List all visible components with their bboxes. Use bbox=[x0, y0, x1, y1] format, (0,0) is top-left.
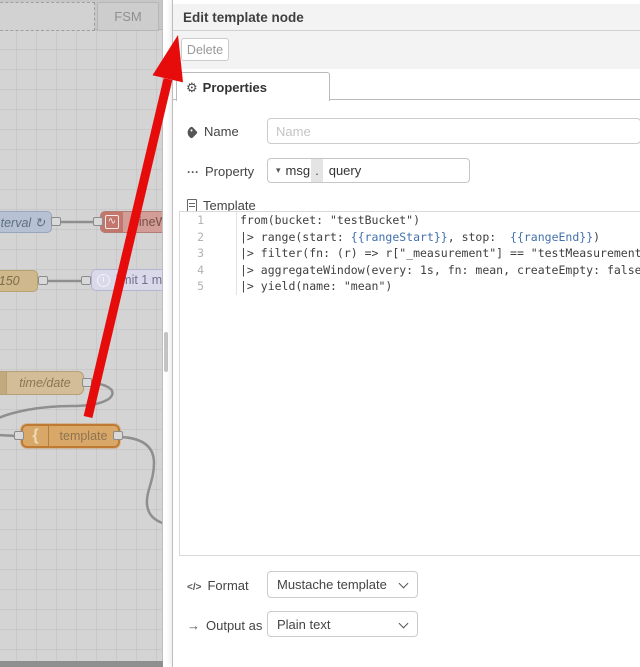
node-time-date-label: time/date bbox=[19, 376, 71, 390]
wire-layer bbox=[0, 220, 162, 525]
port-template-in[interactable] bbox=[14, 431, 24, 440]
wire-template-out bbox=[119, 435, 162, 525]
line-number: 3 bbox=[197, 246, 204, 261]
flow-workspace: interval ↻ ∿ sineW s-150 limit 1 ms f ti… bbox=[0, 0, 163, 667]
property-label: ··· Property bbox=[187, 164, 255, 179]
output-as-select-value: Plain text bbox=[277, 617, 331, 632]
property-type-separator: . bbox=[311, 159, 323, 182]
template-editor-lines: 1 from(bucket: "testBucket") 2 |> range(sta… bbox=[180, 212, 640, 295]
chevron-down-icon bbox=[398, 578, 409, 589]
port-s150-out[interactable] bbox=[38, 276, 48, 285]
flow-tab-fsm[interactable]: FSM bbox=[97, 2, 159, 31]
node-limit[interactable]: limit 1 ms bbox=[91, 269, 163, 291]
node-limit-label: limit 1 ms bbox=[115, 273, 163, 287]
node-time-date[interactable]: f time/date bbox=[0, 371, 84, 395]
port-template-out[interactable] bbox=[113, 431, 123, 440]
clock-icon bbox=[92, 273, 114, 287]
node-sine-wave[interactable]: ∿ sineW bbox=[100, 211, 162, 233]
node-interval-label: interval ↻ bbox=[0, 215, 46, 230]
caret-down-icon[interactable]: ▾ bbox=[268, 165, 286, 176]
line-number: 5 bbox=[197, 279, 204, 294]
template-editor[interactable]: 1 from(bucket: "testBucket") 2 |> range(sta… bbox=[179, 211, 640, 556]
editor-line: 1 from(bucket: "testBucket") bbox=[180, 212, 640, 229]
editor-line: 2 |> range(start: {{rangeStart}}, stop: {… bbox=[180, 228, 640, 246]
gear-icon: ⚙ bbox=[186, 80, 198, 95]
output-as-label: → Output as bbox=[187, 618, 263, 633]
port-timedate-out[interactable] bbox=[82, 378, 92, 387]
edit-tray: Edit template node Delete ⚙ Properties Na… bbox=[172, 0, 640, 667]
tag-icon bbox=[185, 126, 198, 139]
property-typed-input[interactable]: ▾ msg . query bbox=[267, 158, 470, 183]
flow-tab-partial[interactable] bbox=[0, 2, 95, 31]
name-input[interactable] bbox=[267, 118, 640, 144]
chevron-down-icon bbox=[398, 618, 409, 629]
node-sine-wave-label: sineW bbox=[132, 215, 162, 229]
tray-toolbar: Delete bbox=[173, 31, 640, 69]
property-type-prefix[interactable]: msg bbox=[286, 163, 311, 178]
format-select[interactable]: Mustache template bbox=[267, 571, 418, 598]
brace-icon: { bbox=[23, 426, 49, 446]
workspace-vertical-scrollbar[interactable] bbox=[164, 332, 168, 372]
flow-tab-bar: FSM bbox=[0, 0, 162, 31]
property-value[interactable]: query bbox=[329, 163, 362, 178]
line-number: 4 bbox=[197, 262, 204, 277]
line-number: 2 bbox=[197, 229, 204, 244]
code-icon: </> bbox=[187, 582, 202, 593]
port-sine-in[interactable] bbox=[93, 217, 103, 226]
arrow-right-icon: → bbox=[187, 618, 200, 633]
ellipsis-icon: ··· bbox=[187, 165, 199, 179]
editor-line: 4 |> aggregateWindow(every: 1s, fn: mean,… bbox=[180, 261, 640, 279]
format-label: </> Format bbox=[187, 578, 249, 593]
port-interval-out[interactable] bbox=[51, 217, 61, 226]
editor-line: 3 |> filter(fn: (r) => r["_measurement"] … bbox=[180, 245, 640, 262]
format-select-value: Mustache template bbox=[277, 577, 387, 592]
editor-line: 5 |> yield(name: "mean") bbox=[180, 278, 640, 295]
name-label: Name bbox=[185, 124, 239, 139]
tab-properties-label: Properties bbox=[202, 80, 267, 95]
workspace-bottom-bar bbox=[0, 661, 163, 667]
port-limit-in[interactable] bbox=[81, 276, 91, 285]
sine-wave-icon: ∿ bbox=[101, 212, 123, 232]
tray-tab-row: ⚙ Properties bbox=[173, 69, 640, 101]
node-red-app: interval ↻ ∿ sineW s-150 limit 1 ms f ti… bbox=[0, 0, 640, 667]
node-s150-label: s-150 bbox=[0, 274, 20, 288]
node-interval[interactable]: interval ↻ bbox=[0, 211, 52, 233]
node-template-label: template bbox=[59, 429, 108, 443]
tray-title: Edit template node bbox=[173, 4, 640, 31]
delete-button[interactable]: Delete bbox=[181, 38, 229, 61]
tab-properties[interactable]: ⚙ Properties bbox=[176, 72, 330, 101]
line-number: 1 bbox=[197, 213, 204, 227]
output-as-select[interactable]: Plain text bbox=[267, 611, 418, 637]
node-template[interactable]: { template bbox=[21, 424, 120, 448]
node-s150[interactable]: s-150 bbox=[0, 270, 38, 292]
function-icon: f bbox=[0, 372, 7, 394]
